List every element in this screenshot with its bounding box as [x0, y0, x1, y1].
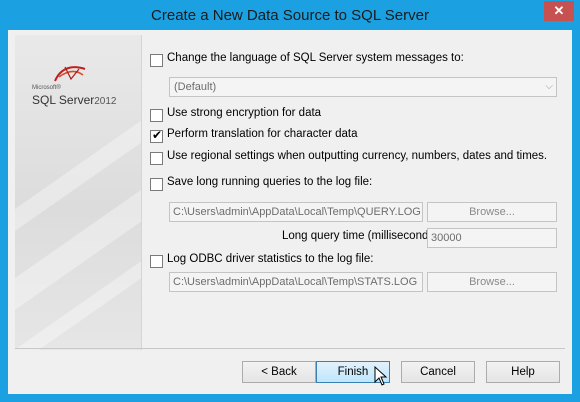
logo-product-text: SQL Server2012 [32, 93, 117, 107]
chevron-down-icon: ⌵ [545, 81, 553, 92]
logo-product-name: SQL Server [32, 93, 95, 107]
regional-settings-checkbox[interactable] [150, 152, 163, 165]
long-query-time-label: Long query time (milliseconds): [282, 230, 442, 242]
query-log-path-input[interactable]: C:\Users\admin\AppData\Local\Temp\QUERY.… [169, 202, 423, 222]
back-button[interactable]: < Back [242, 361, 316, 383]
window-title: Create a New Data Source to SQL Server [151, 7, 429, 24]
change-language-checkbox[interactable] [150, 54, 163, 67]
change-language-label: Change the language of SQL Server system… [167, 52, 464, 64]
dialog-client-area: Microsoft® SQL Server2012 Change the lan… [8, 30, 572, 394]
strong-encryption-label: Use strong encryption for data [167, 107, 322, 119]
long-query-time-input[interactable]: 30000 [427, 228, 557, 248]
button-separator [15, 348, 565, 349]
stats-log-path-input[interactable]: C:\Users\admin\AppData\Local\Temp\STATS.… [169, 272, 423, 292]
log-odbc-stats-label: Log ODBC driver statistics to the log fi… [167, 253, 374, 265]
cancel-button[interactable]: Cancel [401, 361, 475, 383]
dialog-window: Create a New Data Source to SQL Server ✕… [0, 0, 580, 402]
stats-log-browse-button[interactable]: Browse... [427, 272, 557, 292]
close-icon[interactable]: ✕ [544, 1, 574, 21]
language-select-value: (Default) [174, 81, 217, 93]
title-bar[interactable]: Create a New Data Source to SQL Server ✕ [0, 0, 580, 30]
save-long-queries-checkbox[interactable] [150, 178, 163, 191]
language-select[interactable]: (Default) ⌵ [169, 77, 557, 97]
save-long-queries-label: Save long running queries to the log fil… [167, 176, 373, 188]
log-odbc-stats-checkbox[interactable] [150, 255, 163, 268]
strong-encryption-checkbox[interactable] [150, 109, 163, 122]
sql-server-logo-icon [54, 66, 86, 82]
regional-settings-label: Use regional settings when outputting cu… [167, 150, 548, 162]
help-button[interactable]: Help [486, 361, 560, 383]
sql-server-logo-panel: Microsoft® SQL Server2012 [15, 35, 142, 350]
perform-translation-checkbox[interactable]: ✔ [150, 128, 163, 143]
checkmark-icon: ✔ [152, 128, 163, 142]
query-log-browse-button[interactable]: Browse... [427, 202, 557, 222]
logo-microsoft-text: Microsoft® [32, 85, 61, 91]
logo-year: 2012 [94, 96, 117, 107]
mouse-pointer-icon [374, 366, 388, 386]
perform-translation-label: Perform translation for character data [167, 128, 358, 140]
